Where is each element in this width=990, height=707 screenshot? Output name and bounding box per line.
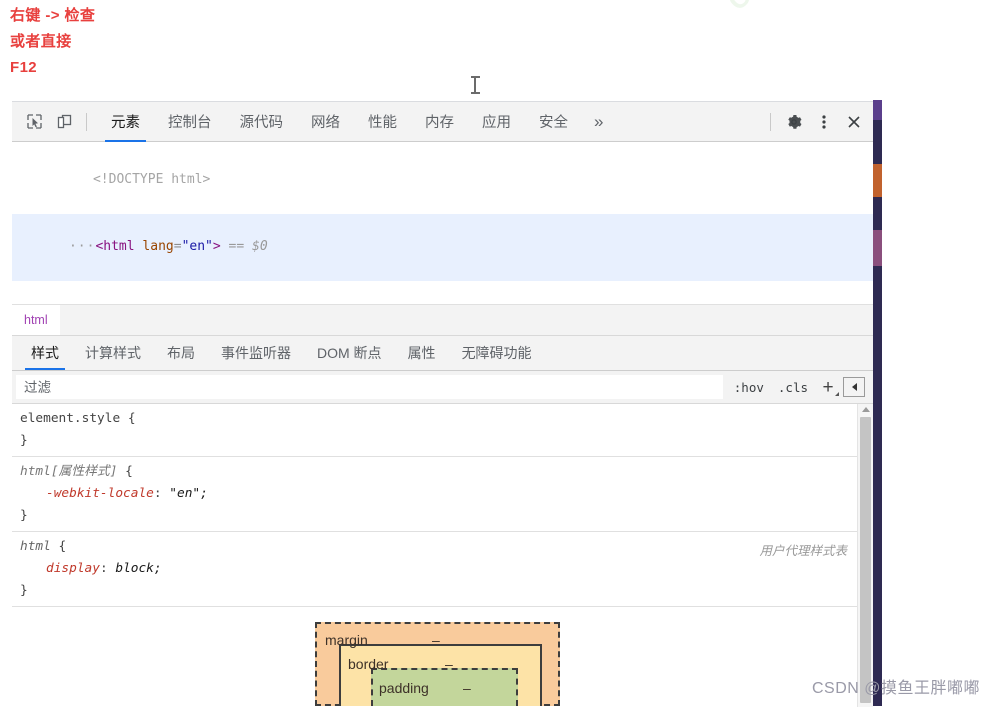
- scroll-up-arrow-icon[interactable]: [862, 407, 870, 412]
- css-property[interactable]: -webkit-locale: [20, 486, 154, 501]
- dom-attr-value: "en": [181, 239, 213, 254]
- annotation-line-1: 右键 -> 检查: [10, 7, 96, 24]
- breadcrumb-item-html[interactable]: html: [12, 305, 60, 335]
- css-rule-header: html[属性样式] {: [20, 464, 133, 479]
- subtab-styles[interactable]: 样式: [18, 336, 72, 370]
- more-tabs-button[interactable]: »: [582, 102, 615, 142]
- box-model-margin-value[interactable]: –: [432, 632, 440, 648]
- css-rule-origin: 用户代理样式表: [759, 544, 847, 558]
- toolbar-divider: [86, 112, 87, 131]
- tab-performance[interactable]: 性能: [354, 102, 411, 142]
- box-model-border-label: border: [348, 656, 389, 672]
- subtab-layout[interactable]: 布局: [154, 336, 208, 370]
- tab-elements[interactable]: 元素: [97, 102, 154, 142]
- tab-application[interactable]: 应用: [468, 102, 525, 142]
- text-cursor: [471, 76, 480, 94]
- box-model-border-value[interactable]: –: [445, 656, 453, 672]
- css-rule-close: }: [20, 508, 28, 523]
- csdn-watermark: CSDN @摸鱼王胖嘟嘟: [811, 680, 980, 697]
- devtools-window: 元素 控制台 源代码 网络 性能 内存 应用 安全 » <!DOCTYPE ht…: [12, 101, 873, 707]
- dom-expand-dots[interactable]: ···: [69, 239, 95, 254]
- close-icon[interactable]: [839, 107, 869, 137]
- strip-segment-1: [873, 100, 882, 120]
- kebab-menu-icon[interactable]: [809, 107, 839, 137]
- css-value[interactable]: "en";: [169, 486, 208, 501]
- subtab-event-listeners[interactable]: 事件监听器: [208, 336, 304, 370]
- css-rule[interactable]: element.style { }: [12, 404, 857, 457]
- styles-filter-bar: :hov .cls +: [12, 371, 873, 404]
- tab-console[interactable]: 控制台: [154, 102, 226, 142]
- devtools-toolbar: 元素 控制台 源代码 网络 性能 内存 应用 安全 »: [12, 102, 873, 142]
- css-rule-header: html { 用户代理样式表: [20, 536, 857, 558]
- styles-sub-tabs: 样式 计算样式 布局 事件监听器 DOM 断点 属性 无障碍功能: [12, 336, 873, 371]
- css-rule[interactable]: html[属性样式] { -webkit-locale: "en"; }: [12, 457, 857, 532]
- filter-input[interactable]: [16, 375, 723, 399]
- inspect-cursor-icon[interactable]: [20, 108, 48, 136]
- hov-toggle-button[interactable]: :hov: [729, 378, 769, 397]
- subtab-properties[interactable]: 属性: [395, 336, 449, 370]
- box-model-margin-label: margin: [325, 632, 368, 648]
- css-value[interactable]: block;: [115, 561, 161, 576]
- box-model-padding-label: padding: [379, 680, 429, 696]
- toolbar-divider-right: [770, 112, 771, 131]
- annotation-line-3: F12: [10, 59, 38, 76]
- device-toolbar-icon[interactable]: [50, 108, 78, 136]
- css-selector[interactable]: html[属性样式]: [20, 464, 117, 479]
- css-declaration[interactable]: display: block;: [20, 558, 857, 580]
- dom-selection-marker: == $0: [220, 239, 268, 254]
- strip-segment-2: [873, 164, 882, 197]
- dom-tree[interactable]: <!DOCTYPE html> ···<html lang="en"> == $…: [12, 142, 873, 305]
- gear-icon[interactable]: [779, 107, 809, 137]
- css-rule-header: element.style {: [20, 411, 136, 426]
- css-rule-close: }: [20, 583, 28, 598]
- right-edge-strip: [873, 100, 882, 706]
- dom-tag-open: <html: [95, 239, 135, 254]
- css-property[interactable]: display: [20, 561, 100, 576]
- tab-memory[interactable]: 内存: [411, 102, 468, 142]
- dom-row[interactable]: <!DOCTYPE html>: [12, 146, 873, 214]
- subtab-computed[interactable]: 计算样式: [72, 336, 154, 370]
- css-selector[interactable]: element.style: [20, 411, 120, 426]
- styles-scrollbar[interactable]: [857, 404, 873, 707]
- dom-doctype: <!DOCTYPE html>: [92, 171, 211, 187]
- background-watermark: CSDN: [722, 0, 990, 83]
- dom-attr-name: lang: [142, 239, 174, 254]
- breadcrumb: html: [12, 305, 873, 336]
- scrollbar-thumb[interactable]: [860, 417, 871, 703]
- box-model-padding-value[interactable]: –: [463, 680, 471, 696]
- tab-network[interactable]: 网络: [297, 102, 354, 142]
- css-rule[interactable]: html { 用户代理样式表 display: block; }: [12, 532, 857, 607]
- annotation-line-2: 或者直接: [10, 33, 72, 50]
- panel-tabs: 元素 控制台 源代码 网络 性能 内存 应用 安全 »: [97, 102, 762, 142]
- panel-toggle-icon[interactable]: [843, 377, 865, 397]
- annotation-text: 右键 -> 检查 或者直接 F12: [10, 3, 95, 81]
- subtab-dom-breakpoints[interactable]: DOM 断点: [304, 336, 395, 370]
- dom-row[interactable]: <head>…</head>: [12, 281, 873, 304]
- css-rule-close: }: [20, 433, 28, 448]
- cls-toggle-button[interactable]: .cls: [773, 378, 813, 397]
- box-model-diagram: margin – border – padding –: [315, 622, 560, 706]
- tab-sources[interactable]: 源代码: [226, 102, 298, 142]
- dom-attr-eq: =: [173, 239, 182, 254]
- toolbar-right-actions: [762, 107, 869, 137]
- css-selector[interactable]: html: [20, 539, 51, 554]
- tab-security[interactable]: 安全: [525, 102, 582, 142]
- new-style-rule-button[interactable]: +: [817, 376, 839, 398]
- subtab-accessibility[interactable]: 无障碍功能: [449, 336, 545, 370]
- strip-segment-3: [873, 230, 882, 266]
- dom-tag-close: >: [212, 239, 221, 254]
- dom-row[interactable]: ···<html lang="en"> == $0: [12, 213, 873, 281]
- css-declaration[interactable]: -webkit-locale: "en";: [20, 483, 857, 505]
